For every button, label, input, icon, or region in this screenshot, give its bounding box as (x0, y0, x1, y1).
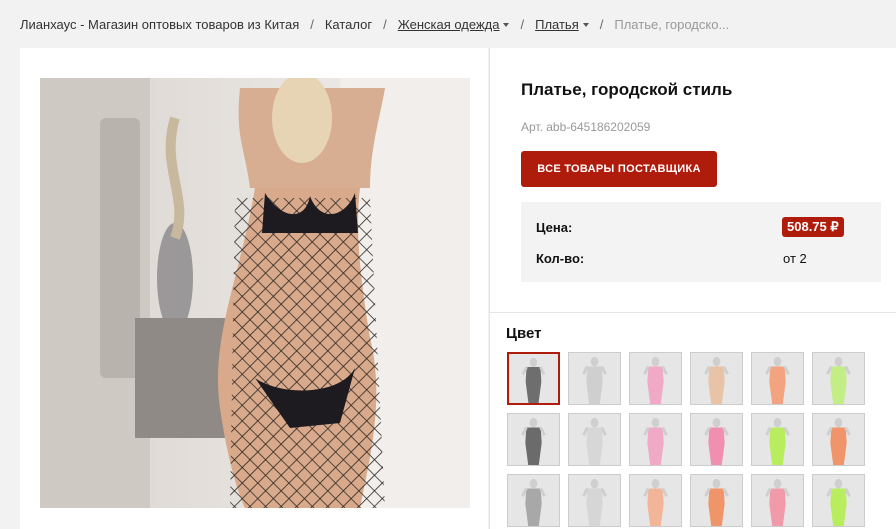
color-swatch[interactable] (568, 474, 621, 527)
breadcrumb: Лианхаус - Магазин оптовых товаров из Ки… (20, 14, 729, 34)
color-swatch[interactable] (690, 413, 743, 466)
breadcrumb-link-womens-clothing[interactable]: Женская одежда (398, 17, 510, 32)
product-main-image[interactable] (40, 78, 470, 508)
breadcrumb-separator: / (599, 16, 604, 32)
color-swatch[interactable] (812, 474, 865, 527)
swatch-image (752, 353, 803, 404)
chevron-down-icon (503, 23, 510, 28)
color-swatch[interactable] (690, 474, 743, 527)
product-photo (40, 78, 470, 508)
color-swatch[interactable] (812, 413, 865, 466)
swatch-image (813, 353, 864, 404)
breadcrumb-separator: / (520, 16, 525, 32)
color-swatch[interactable] (629, 474, 682, 527)
swatch-image (630, 353, 681, 404)
swatch-image (813, 475, 864, 526)
product-gallery (20, 48, 488, 529)
swatch-image (630, 475, 681, 526)
color-swatch[interactable] (751, 352, 804, 405)
all-supplier-products-button[interactable]: ВСЕ ТОВАРЫ ПОСТАВЩИКА (521, 151, 717, 187)
breadcrumb-link-dresses[interactable]: Платья (535, 17, 589, 32)
breadcrumb-label: Платья (535, 16, 579, 32)
breadcrumb-link-catalog[interactable]: Каталог (325, 17, 372, 32)
quantity-label: Кол-во: (536, 251, 585, 266)
chevron-down-icon (582, 23, 589, 28)
color-swatch[interactable] (629, 413, 682, 466)
swatch-image (752, 414, 803, 465)
color-swatch[interactable] (507, 474, 560, 527)
price-badge: 508.75 ₽ (782, 217, 844, 237)
color-swatch[interactable] (751, 474, 804, 527)
color-swatch[interactable] (507, 413, 560, 466)
product-title: Платье, городской стиль (521, 80, 733, 99)
swatch-image (509, 354, 558, 403)
color-swatch[interactable] (751, 413, 804, 466)
swatch-image (691, 353, 742, 404)
color-swatch[interactable] (629, 352, 682, 405)
color-swatch[interactable] (507, 352, 560, 405)
breadcrumb-link-home[interactable]: Лианхаус - Магазин оптовых товаров из Ки… (20, 17, 299, 32)
swatch-image (691, 475, 742, 526)
breadcrumb-current: Платье, городско... (614, 16, 730, 32)
swatch-image (508, 414, 559, 465)
color-swatch[interactable] (568, 413, 621, 466)
swatch-image (569, 414, 620, 465)
price-label: Цена: (536, 220, 573, 235)
swatch-image (569, 475, 620, 526)
breadcrumb-separator: / (383, 16, 387, 32)
swatch-image (691, 414, 742, 465)
quantity-value: от 2 (783, 251, 807, 266)
color-swatch[interactable] (812, 352, 865, 405)
breadcrumb-separator: / (310, 16, 314, 32)
product-info-panel: Платье, городской стиль Арт. abb-6451862… (489, 48, 896, 529)
product-sku: Арт. abb-645186202059 (521, 120, 651, 134)
swatch-image (569, 353, 620, 404)
color-swatch[interactable] (690, 352, 743, 405)
swatch-image (813, 414, 864, 465)
swatch-image (630, 414, 681, 465)
price-box: Цена: 508.75 ₽ Кол-во: от 2 (521, 202, 881, 282)
color-section-title: Цвет (506, 325, 542, 342)
swatch-image (752, 475, 803, 526)
swatch-image (508, 475, 559, 526)
breadcrumb-label: Женская одежда (397, 16, 500, 32)
divider (490, 312, 896, 313)
color-swatch[interactable] (568, 352, 621, 405)
